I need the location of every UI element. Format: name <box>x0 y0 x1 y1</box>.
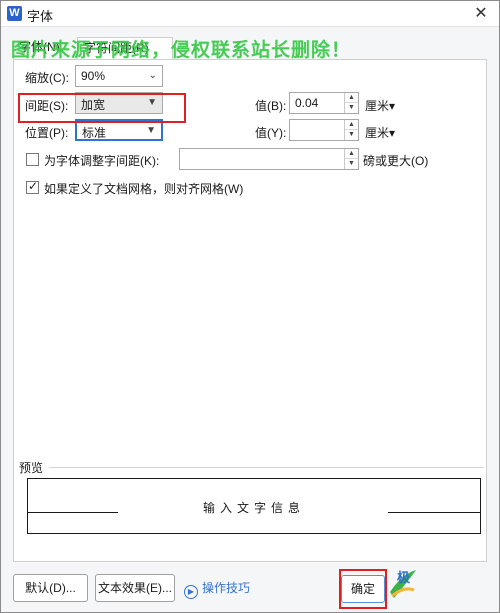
kerning-suffix: 磅或更大(O) <box>363 154 429 168</box>
spin-down-icon[interactable]: ▼ <box>345 159 358 169</box>
watermark-text: 图片来源于网络，侵权联系站长删除！ <box>11 40 352 61</box>
preview-baseline <box>388 512 480 513</box>
snap-grid-label: 如果定义了文档网格，则对齐网格(W) <box>44 182 244 196</box>
wps-writer-icon: W <box>7 6 22 21</box>
dialog-title: 字体 <box>27 9 54 24</box>
default-button[interactable]: 默认(D)... <box>13 574 88 602</box>
position-unit-select[interactable]: 厘米▾ <box>365 124 395 141</box>
kerning-label: 为字体调整字间距(K): <box>44 154 160 168</box>
preview-title: 预览 <box>19 461 44 475</box>
scale-label: 缩放(C): <box>25 71 69 85</box>
spacing-by-spinner[interactable]: 0.04 ▲ ▼ <box>289 92 359 114</box>
spin-down-icon[interactable]: ▼ <box>345 130 358 140</box>
position-value: 标准 <box>82 126 107 140</box>
caret-down-icon: ▼ <box>146 125 156 136</box>
kerning-spinner[interactable]: ▲ ▼ <box>179 148 359 170</box>
highlight-annotation <box>18 93 186 123</box>
tips-label: 操作技巧 <box>202 581 251 595</box>
spacing-unit-select[interactable]: 厘米▾ <box>365 97 395 114</box>
spin-up-icon[interactable]: ▲ <box>345 149 358 159</box>
logo-text: 极 <box>397 570 411 585</box>
kerning-checkbox[interactable] <box>26 153 39 166</box>
chevron-down-icon: ⌄ <box>148 70 157 81</box>
preview-text: 输入文字信息 <box>202 501 305 515</box>
close-icon[interactable]: ✕ <box>471 4 491 24</box>
text-effects-button[interactable]: 文本效果(E)... <box>95 574 175 602</box>
spacing-by-label: 值(B): <box>255 99 287 113</box>
title-bar: W 字体 ✕ <box>1 1 499 27</box>
font-dialog: W 字体 ✕ 字体(N) 字符间距(R) 缩放(C): 90% ⌄ 间距(S):… <box>0 0 500 613</box>
position-by-spinner[interactable]: ▲ ▼ <box>289 119 359 141</box>
tips-link[interactable]: ▶ 操作技巧 <box>184 579 250 599</box>
snap-grid-checkbox[interactable] <box>26 179 39 194</box>
play-icon: ▶ <box>184 585 198 599</box>
spin-down-icon[interactable]: ▼ <box>345 103 358 113</box>
scale-value: 90% <box>81 69 106 83</box>
divider <box>49 467 484 468</box>
position-label: 位置(P): <box>25 126 69 140</box>
spacing-by-value: 0.04 <box>295 96 319 110</box>
preview-box: 输入文字信息 <box>27 478 481 534</box>
spin-up-icon[interactable]: ▲ <box>345 93 358 103</box>
position-by-label: 值(Y): <box>255 126 287 140</box>
spin-up-icon[interactable]: ▲ <box>345 120 358 130</box>
ok-button[interactable]: 确定 <box>341 575 385 603</box>
scale-select[interactable]: 90% ⌄ <box>75 65 163 87</box>
